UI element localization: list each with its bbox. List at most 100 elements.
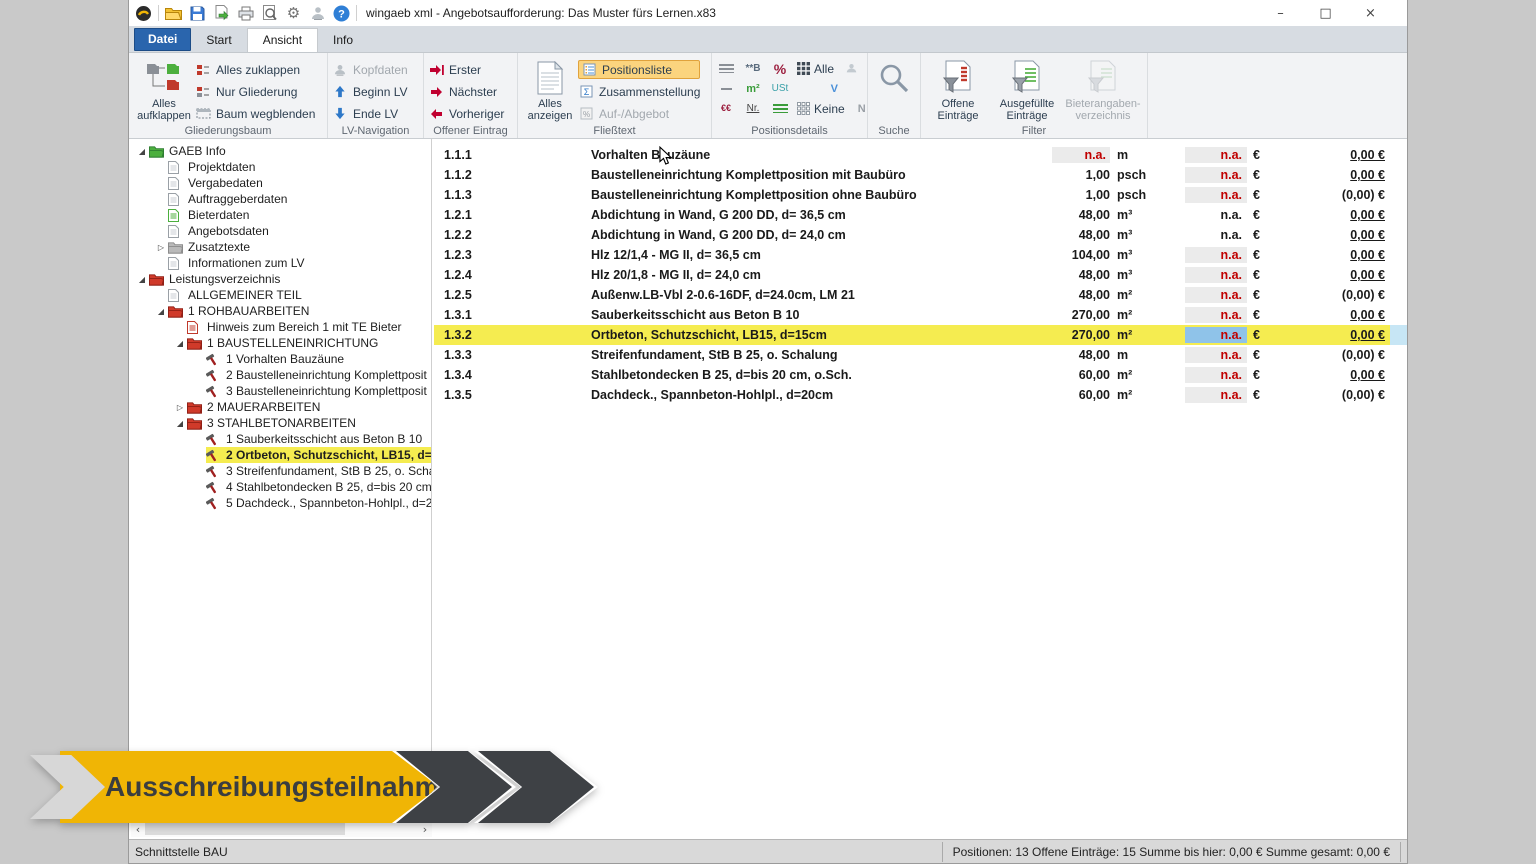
ende-lv-button[interactable]: Ende LV [332,104,408,123]
tree-item[interactable]: 5 Dachdeck., Spannbeton-Hohlpl., d=2 [129,495,431,511]
position-row[interactable]: 1.2.2 Abdichtung in Wand, G 200 DD, d= 2… [434,225,1407,245]
unit-price-cell[interactable]: n.a.€ [1152,147,1260,163]
alles-anzeigen-button[interactable]: Alles anzeigen [522,56,578,123]
tree-item[interactable]: 1 Sauberkeitsschicht aus Beton B 10 [129,431,431,447]
settings-gear-icon[interactable]: ⚙ [284,4,303,23]
unit-price-cell[interactable]: n.a.€ [1152,367,1260,383]
maximize-button[interactable]: □ [1303,0,1348,26]
bieterangabenverzeichnis-button[interactable]: Bieterangaben-verzeichnis [1063,56,1143,123]
unit-price-cell[interactable]: n.a.€ [1152,287,1260,303]
nr-toggle[interactable]: Nr. [743,103,763,114]
minimize-button[interactable]: – [1258,0,1303,26]
unit-price-cell[interactable]: n.a.€ [1152,187,1260,203]
expander-icon[interactable]: ▷ [173,403,187,412]
position-row[interactable]: 1.3.2 Ortbeton, Schutzschicht, LB15, d=1… [434,325,1407,345]
position-row[interactable]: 1.1.1 Vorhalten Bauzäune n.a. m n.a.€ 0,… [434,145,1407,165]
tab-datei[interactable]: Datei [134,28,191,51]
tab-start[interactable]: Start [191,29,246,52]
unit-price-cell[interactable]: n.a.€ [1152,307,1260,323]
percent-toggle[interactable]: % [770,61,790,77]
unit-price-cell[interactable]: n.a.€ [1152,387,1260,403]
tree-item[interactable]: Informationen zum LV [129,255,431,271]
tree-item[interactable]: ◢ 1 ROHBAUARBEITEN [129,303,431,319]
expander-icon[interactable]: ◢ [173,339,187,348]
scroll-left-arrow[interactable]: ‹ [131,823,145,836]
euro-toggle[interactable]: €€ [716,105,736,112]
vorheriger-button[interactable]: Vorheriger [428,104,504,123]
unit-price-cell[interactable]: n.a.€ [1152,267,1260,283]
help-icon[interactable]: ? [332,4,351,23]
baum-wegblenden-button[interactable]: Baum wegblenden [195,104,315,123]
tree-item[interactable]: Angebotsdaten [129,223,431,239]
tree-item[interactable]: 2 Baustelleneinrichtung Komplettposit [129,367,431,383]
nur-gliederung-button[interactable]: Nur Gliederung [195,82,315,101]
scrollbar-thumb[interactable] [145,823,345,835]
print-icon[interactable] [236,4,255,23]
export-document-icon[interactable] [212,4,231,23]
position-row[interactable]: 1.2.4 Hlz 20/1,8 - MG II, d= 24,0 cm 48,… [434,265,1407,285]
unit-price-cell[interactable]: n.a.€ [1152,347,1260,363]
alles-zuklappen-button[interactable]: Alles zuklappen [195,60,315,79]
naechster-button[interactable]: Nächster [428,82,504,101]
position-row[interactable]: 1.3.3 Streifenfundament, StB B 25, o. Sc… [434,345,1407,365]
unit-price-cell[interactable]: n.a.€ [1152,247,1260,263]
auf-abgebot-button[interactable]: % Auf-/Abgebot [578,104,700,123]
kopfdaten-button[interactable]: Kopfdaten [332,60,408,79]
green-lines-icon[interactable] [770,104,790,113]
suche-button[interactable] [872,56,916,123]
position-row[interactable]: 1.3.5 Dachdeck., Spannbeton-Hohlpl., d=2… [434,385,1407,405]
tree-item[interactable]: ◢ 1 BAUSTELLENEINRICHTUNG [129,335,431,351]
position-row[interactable]: 1.3.1 Sauberkeitsschicht aus Beton B 10 … [434,305,1407,325]
user-small-icon[interactable] [841,63,861,74]
alles-aufklappen-button[interactable]: Alles aufklappen [133,56,195,123]
expander-icon[interactable]: ▷ [154,243,168,252]
tree-item[interactable]: 1 Vorhalten Bauzäune [129,351,431,367]
short-text-icon[interactable] [716,88,736,90]
zusammenstellung-button[interactable]: Σ Zusammenstellung [578,82,700,101]
tree-item[interactable]: Hinweis zum Bereich 1 mit TE Bieter [129,319,431,335]
position-row[interactable]: 1.1.3 Baustelleneinrichtung Komplettposi… [434,185,1407,205]
tree-item[interactable]: 4 Stahlbetondecken B 25, d=bis 20 cm [129,479,431,495]
print-preview-icon[interactable] [260,4,279,23]
offene-eintraege-button[interactable]: Offene Einträge [925,56,991,123]
position-row[interactable]: 1.3.4 Stahlbetondecken B 25, d=bis 20 cm… [434,365,1407,385]
scroll-right-arrow[interactable]: › [418,823,432,836]
positionsliste-button[interactable]: Positionsliste [578,60,700,79]
tab-info[interactable]: Info [318,29,368,52]
position-row[interactable]: 1.1.2 Baustelleneinrichtung Komplettposi… [434,165,1407,185]
tree-item[interactable]: Auftraggeberdaten [129,191,431,207]
tree-item[interactable]: ◢ GAEB Info [129,143,431,159]
expander-icon[interactable]: ◢ [154,307,168,316]
tree-item[interactable]: 3 Baustelleneinrichtung Komplettposit [129,383,431,399]
position-row[interactable]: 1.2.5 Außenw.LB-Vbl 2-0.6-16DF, d=24.0cm… [434,285,1407,305]
tree-item[interactable]: ◢ 3 STAHLBETONARBEITEN [129,415,431,431]
expander-icon[interactable]: ◢ [135,147,149,156]
open-folder-icon[interactable] [164,4,183,23]
text-lines-icon[interactable] [716,64,736,73]
tree-item[interactable]: Projektdaten [129,159,431,175]
erster-button[interactable]: Erster [428,60,504,79]
unit-price-cell[interactable]: n.a.€ [1152,227,1260,243]
alle-button[interactable]: Alle [797,62,834,76]
unit-price-cell[interactable]: n.a.€ [1152,327,1260,343]
unit-price-cell[interactable]: n.a.€ [1152,207,1260,223]
unit-toggle[interactable]: m² [743,83,763,95]
position-row[interactable]: 1.2.3 Hlz 12/1,4 - MG II, d= 36,5 cm 104… [434,245,1407,265]
tree-item[interactable]: ▷ 2 MAUERARBEITEN [129,399,431,415]
tree-item[interactable]: ▷ Zusatztexte [129,239,431,255]
tree-item[interactable]: 2 Ortbeton, Schutzschicht, LB15, d=15 [129,447,431,463]
tab-ansicht[interactable]: Ansicht [247,28,318,52]
ust-toggle[interactable]: USt [770,83,790,94]
unit-price-cell[interactable]: n.a.€ [1152,167,1260,183]
close-button[interactable]: × [1348,0,1393,26]
beginn-lv-button[interactable]: Beginn LV [332,82,408,101]
tree-item[interactable]: 3 Streifenfundament, StB B 25, o. Scha [129,463,431,479]
expander-icon[interactable]: ◢ [135,275,149,284]
v-list-toggle[interactable]: V [824,83,844,95]
tree-item[interactable]: Vergabedaten [129,175,431,191]
tree-item[interactable]: Bieterdaten [129,207,431,223]
bold-text-toggle[interactable]: **B [743,63,763,74]
save-icon[interactable] [188,4,207,23]
expander-icon[interactable]: ◢ [173,419,187,428]
tree-item[interactable]: ◢ Leistungsverzeichnis [129,271,431,287]
